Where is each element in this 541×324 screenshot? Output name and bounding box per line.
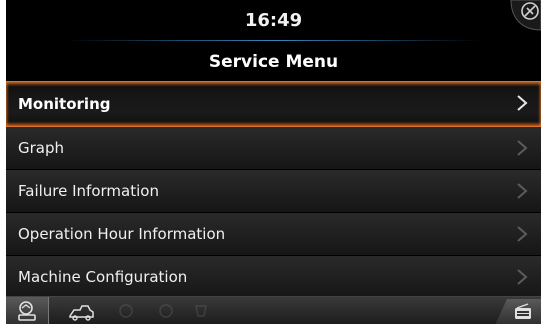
- bottom-toolbar: [6, 296, 541, 324]
- menu-item-label: Failure Information: [18, 182, 159, 200]
- menu-item-monitoring[interactable]: Monitoring: [6, 81, 541, 127]
- machine-status-button[interactable]: [6, 297, 49, 324]
- radio-button[interactable]: [495, 299, 541, 324]
- chevron-right-icon: [517, 140, 528, 156]
- menu-item-failure-information[interactable]: Failure Information: [6, 170, 541, 213]
- faded-indicator-icons: [119, 304, 207, 318]
- menu-item-label: Graph: [18, 139, 65, 157]
- status-bar: 16:49: [6, 0, 541, 42]
- chevron-right-icon: [517, 226, 528, 242]
- engine-icon[interactable]: [66, 300, 96, 322]
- service-menu-list: Monitoring Graph Failure Information Ope…: [6, 81, 541, 299]
- menu-item-machine-configuration[interactable]: Machine Configuration: [6, 256, 541, 299]
- screen-title: Service Menu: [208, 52, 339, 72]
- settings-wrench-icon[interactable]: [503, 0, 541, 38]
- chevron-right-icon: [517, 183, 528, 199]
- menu-item-operation-hour-information[interactable]: Operation Hour Information: [6, 213, 541, 256]
- chevron-right-icon: [517, 269, 528, 285]
- display-screen: 16:49 Service Menu Monitoring Graph Fail…: [6, 0, 541, 324]
- menu-item-label: Machine Configuration: [18, 268, 188, 286]
- status-divider: [66, 40, 481, 41]
- clock: 16:49: [244, 10, 303, 31]
- chevron-right-icon: [517, 95, 528, 111]
- machine-status-icon: [18, 301, 36, 321]
- menu-item-label: Operation Hour Information: [18, 225, 226, 243]
- radio-icon: [515, 303, 531, 319]
- menu-item-label: Monitoring: [18, 95, 111, 113]
- menu-item-graph[interactable]: Graph: [6, 127, 541, 170]
